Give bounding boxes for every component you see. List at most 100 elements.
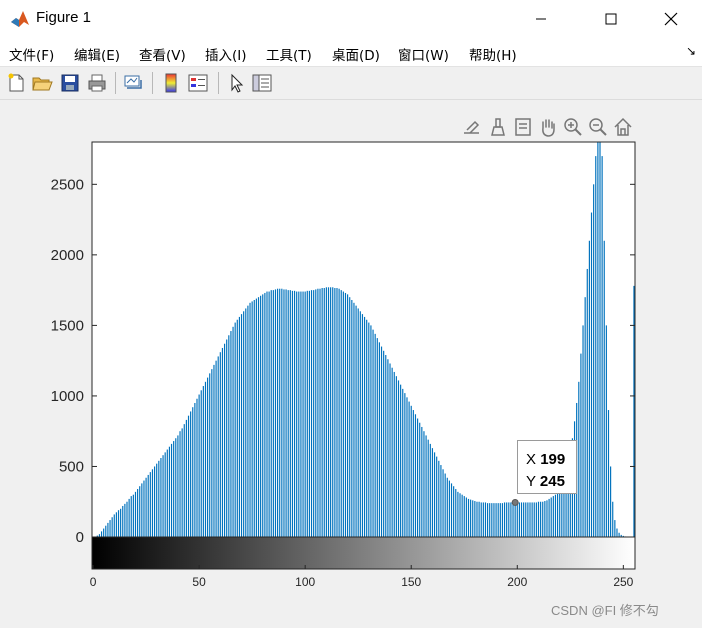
histogram-bar [283, 289, 285, 537]
histogram-bar [160, 458, 162, 537]
histogram-bar [238, 316, 240, 537]
histogram-bar [223, 343, 226, 537]
histogram-bar [359, 311, 361, 537]
histogram-bar [552, 496, 554, 537]
histogram-bar [134, 491, 137, 537]
histogram-bar [240, 314, 243, 537]
histogram-bar [351, 300, 353, 537]
histogram-bar [612, 501, 614, 537]
histogram-bar [143, 480, 145, 537]
histogram-bar [236, 319, 238, 537]
histogram-bar [448, 480, 450, 537]
histogram-bar [317, 288, 319, 537]
histogram-bar [209, 373, 211, 537]
histogram-bar [285, 289, 287, 537]
histogram-axes[interactable]: 0 500 1000 1500 2000 2500 0 50 100 150 200 250 [0, 0, 702, 628]
histogram-bar [158, 460, 160, 537]
histogram-bar [453, 486, 455, 537]
histogram-bar [607, 410, 610, 537]
datatip-y-value: 245 [539, 473, 565, 490]
histogram-bar [262, 294, 264, 537]
histogram-bar [156, 463, 158, 537]
histogram-bar [529, 502, 531, 537]
histogram-bar [168, 446, 171, 537]
histogram-bar [605, 325, 607, 537]
histogram-bar [425, 435, 427, 537]
y-tick-label: 1000 [51, 388, 84, 405]
histogram-bar [200, 390, 202, 537]
histogram-bar [512, 502, 514, 537]
histogram-bar [249, 302, 251, 537]
histogram-bar [330, 287, 332, 537]
histogram-bar [274, 289, 277, 537]
histogram-bar [491, 503, 493, 537]
histogram-bar [264, 292, 266, 537]
histogram-bar [327, 287, 330, 537]
histogram-bar [245, 308, 247, 537]
histogram-bar [478, 501, 480, 537]
histogram-bar [270, 290, 272, 537]
histogram-bar [599, 142, 601, 537]
histogram-bar [470, 499, 472, 537]
histogram-bar [385, 355, 387, 537]
histogram-bar [117, 510, 120, 537]
x-tick-label: 0 [90, 575, 97, 589]
histogram-bar [247, 305, 249, 537]
histogram-bar [472, 500, 474, 537]
histogram-bar [408, 401, 410, 537]
histogram-bar [232, 326, 234, 537]
histogram-bar [535, 502, 537, 537]
histogram-bar [139, 486, 141, 537]
histogram-bar [260, 295, 262, 537]
histogram-bar [531, 502, 533, 537]
histogram-bar [582, 325, 584, 537]
histogram-bar [107, 522, 109, 537]
histogram-bar [103, 528, 105, 537]
histogram-bar [255, 298, 257, 537]
histogram-bar [202, 386, 204, 537]
histogram-bar [436, 456, 438, 537]
histogram-bar [380, 346, 383, 537]
histogram-bar [315, 289, 317, 537]
histogram-bar [124, 503, 126, 537]
histogram-bar [489, 503, 491, 537]
histogram-bar [347, 294, 349, 537]
histogram-bar [349, 297, 351, 537]
histogram-bar [332, 287, 334, 537]
histogram-bar [257, 297, 260, 537]
histogram-bar [514, 502, 516, 537]
histogram-bar [393, 371, 395, 537]
histogram-bar [185, 419, 187, 537]
histogram-bar [243, 311, 245, 537]
histogram-bar [480, 502, 482, 537]
histogram-bar [296, 291, 298, 537]
histogram-bar [226, 339, 228, 537]
histogram-bar [503, 502, 506, 537]
histogram-bar [291, 290, 294, 537]
histogram-bar [548, 498, 550, 537]
histogram-bar [495, 503, 497, 537]
histogram-bar [419, 422, 421, 537]
histogram-bar [389, 363, 391, 537]
histogram-bar [586, 268, 588, 537]
histogram-bar [421, 426, 423, 537]
histogram-bar [190, 411, 192, 537]
histogram-bar [179, 431, 181, 537]
histogram-bar [487, 503, 489, 537]
histogram-bar [162, 455, 164, 537]
histogram-bar [542, 501, 544, 537]
histogram-bar [321, 288, 323, 537]
histogram-bar [187, 415, 190, 537]
histogram-bar [115, 512, 117, 537]
histogram-bar [279, 288, 281, 537]
histogram-bar [499, 503, 501, 537]
histogram-bar [293, 290, 296, 537]
histogram-bar [391, 367, 393, 537]
histogram-bar [207, 377, 209, 537]
datatip-box[interactable]: X 199 Y 245 [517, 440, 577, 494]
histogram-bar [289, 290, 291, 537]
datatip-marker [511, 498, 519, 506]
histogram-bar [228, 335, 230, 537]
y-tick-label: 2000 [51, 247, 84, 264]
histogram-bar [383, 350, 385, 537]
